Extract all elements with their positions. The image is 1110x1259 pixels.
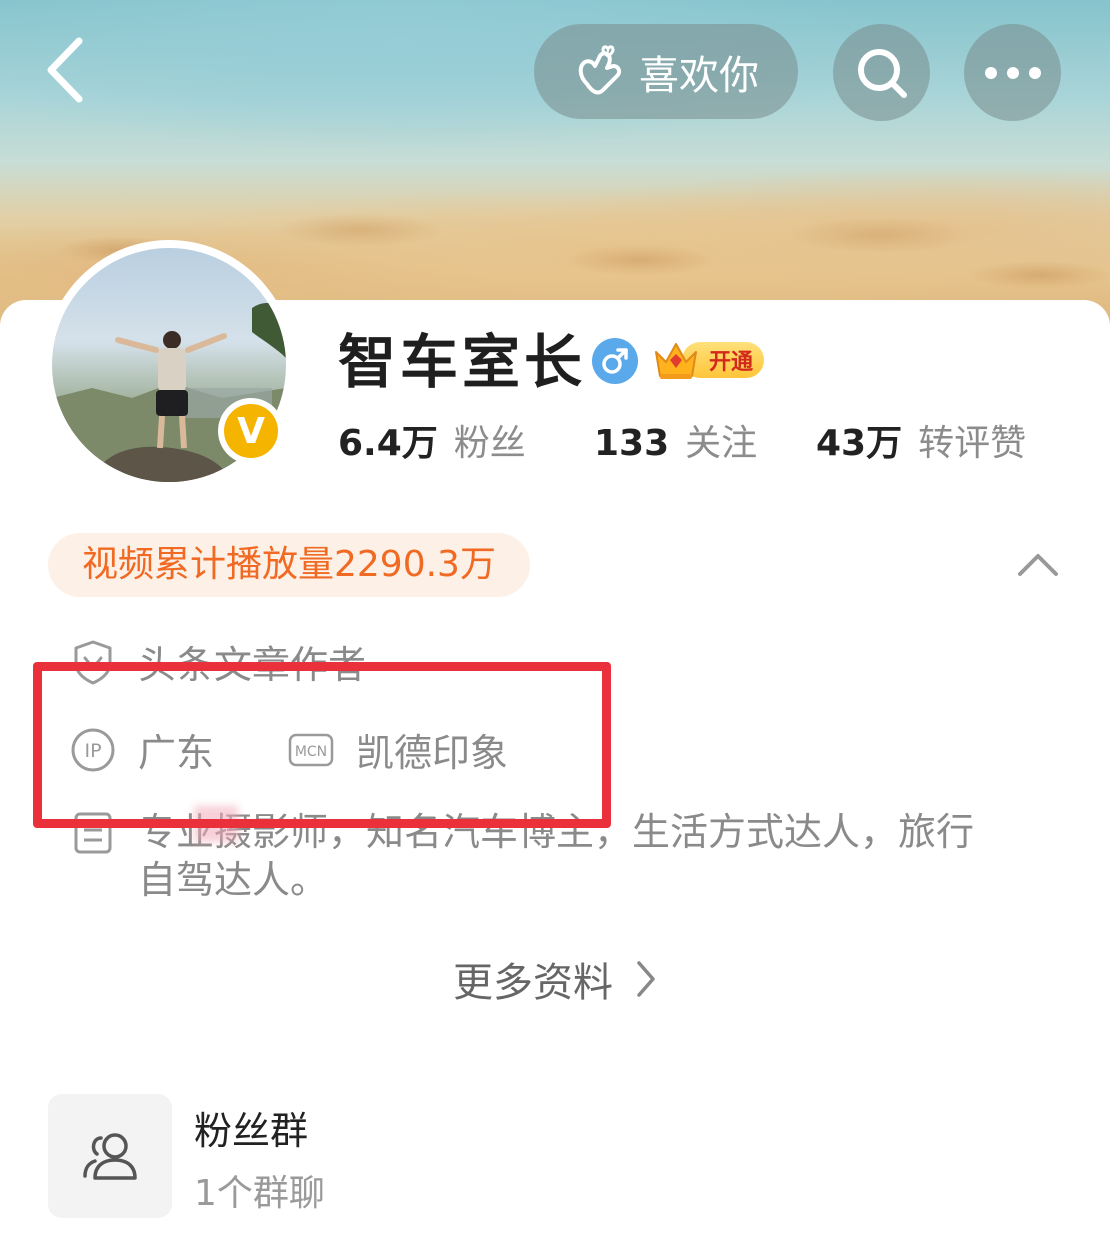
back-button[interactable] <box>30 30 100 110</box>
fans-group-title: 粉丝群 <box>194 1109 309 1153</box>
ip-icon: IP <box>71 728 115 771</box>
profile-name: 智车室长 <box>338 328 587 396</box>
crown-icon <box>655 343 697 379</box>
mcn-icon: MCN <box>288 733 334 766</box>
likes-count: 43万 <box>816 423 903 464</box>
mcn-name[interactable]: 凯德印象 <box>356 722 508 777</box>
author-tag-text: 头条文章作者 <box>138 643 367 687</box>
collapse-button[interactable] <box>1014 544 1062 584</box>
more-dots-icon <box>984 66 1041 79</box>
video-play-count-pill: 视频累计播放量2290.3万 <box>48 533 530 597</box>
more-info-link[interactable]: 更多资料 <box>0 950 1110 1008</box>
verified-badge: V <box>218 398 284 464</box>
profile-stats: 6.4万 粉丝 133 关注 43万 转评赞 <box>338 414 1026 468</box>
more-options-button[interactable] <box>964 24 1061 121</box>
stat-likes[interactable]: 43万 转评赞 <box>816 414 1026 466</box>
chevron-up-icon <box>1018 554 1058 576</box>
shield-v-icon <box>74 640 112 684</box>
stat-fans[interactable]: 6.4万 粉丝 <box>338 414 594 466</box>
fans-group-item[interactable]: 粉丝群 1个群聊 <box>48 1094 1008 1220</box>
chevron-left-icon <box>47 37 83 103</box>
chevron-right-icon <box>637 961 655 997</box>
fans-group-subtitle: 1个群聊 <box>194 1173 325 1214</box>
stat-following[interactable]: 133 关注 <box>594 414 816 466</box>
mcn-icon-label: MCN <box>295 744 327 760</box>
verified-v-icon: V <box>224 404 278 458</box>
finger-heart-icon <box>578 44 622 94</box>
fans-count: 6.4万 <box>338 423 438 464</box>
search-icon <box>857 48 907 98</box>
svg-text:IP: IP <box>84 740 101 762</box>
more-info-label: 更多资料 <box>453 960 613 1006</box>
bio-text: 专业摄影师，知名汽车博主，生活方式达人，旅行自驾达人。 <box>138 810 975 902</box>
privacy-blur <box>194 806 238 842</box>
fans-label: 粉丝 <box>453 423 526 464</box>
male-gender-icon <box>592 338 638 384</box>
document-icon <box>74 812 112 854</box>
author-tag-row: 头条文章作者 <box>70 634 366 689</box>
following-count: 133 <box>594 423 670 464</box>
like-you-label: 喜欢你 <box>639 52 759 99</box>
fans-group-icon-box <box>48 1094 172 1218</box>
search-button[interactable] <box>833 24 930 121</box>
following-label: 关注 <box>685 423 758 464</box>
ip-mcn-row: IP 广东 MCN 凯德印象 <box>70 722 508 777</box>
ip-location: 广东 <box>138 731 215 775</box>
like-you-button[interactable]: 喜欢你 <box>534 24 798 119</box>
vip-open-badge[interactable]: 开通 <box>652 338 764 382</box>
likes-label: 转评赞 <box>918 423 1027 464</box>
group-icon <box>83 1133 137 1180</box>
